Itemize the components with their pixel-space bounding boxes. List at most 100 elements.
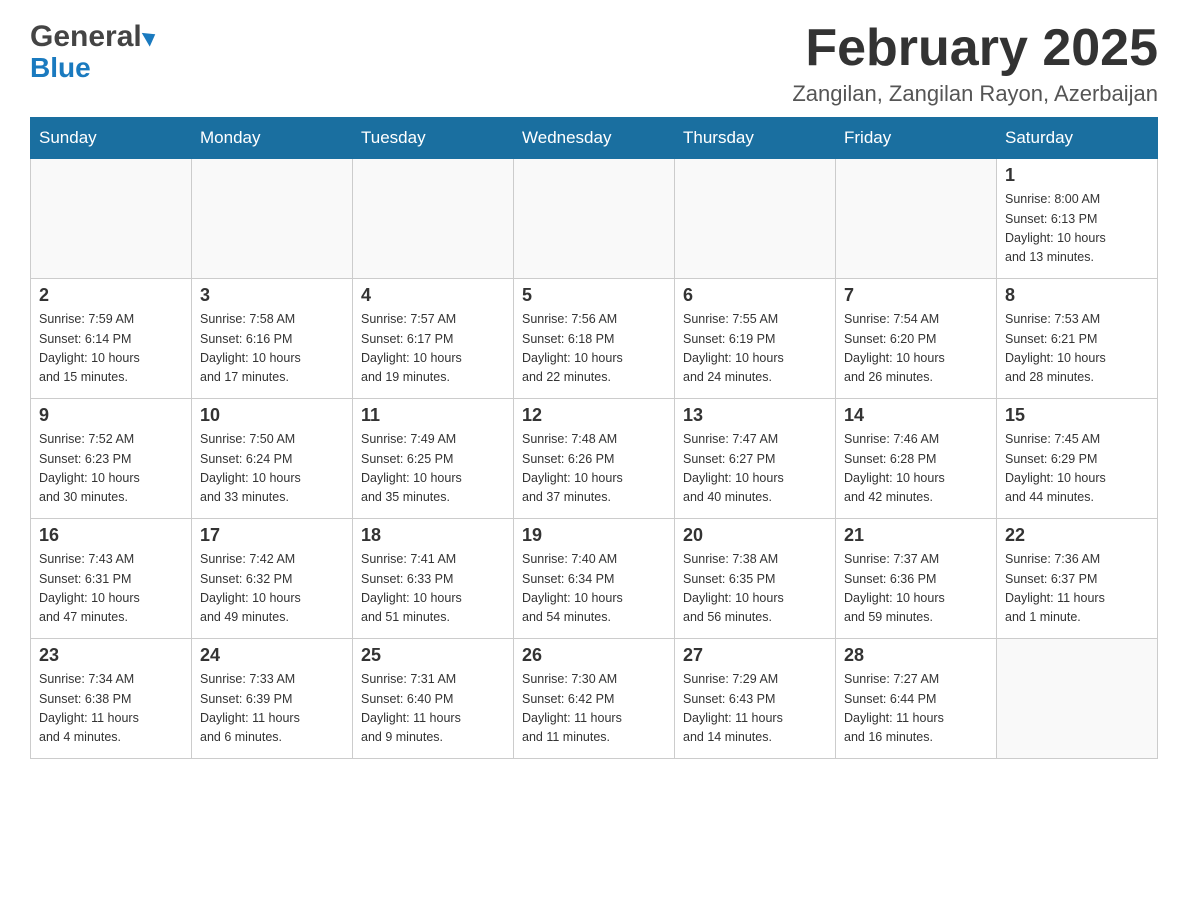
day-number: 5 (522, 285, 666, 306)
week-row-3: 9 Sunrise: 7:52 AMSunset: 6:23 PMDaylight… (31, 399, 1158, 519)
calendar-cell: 12 Sunrise: 7:48 AMSunset: 6:26 PMDayligh… (514, 399, 675, 519)
calendar-cell: 13 Sunrise: 7:47 AMSunset: 6:27 PMDayligh… (675, 399, 836, 519)
logo-arrow-icon (141, 27, 159, 46)
day-info: Sunrise: 7:36 AMSunset: 6:37 PMDaylight:… (1005, 550, 1149, 628)
calendar-cell (997, 639, 1158, 759)
calendar-cell: 25 Sunrise: 7:31 AMSunset: 6:40 PMDayligh… (353, 639, 514, 759)
weekday-header-wednesday: Wednesday (514, 118, 675, 159)
day-number: 27 (683, 645, 827, 666)
day-info: Sunrise: 7:31 AMSunset: 6:40 PMDaylight:… (361, 670, 505, 748)
day-info: Sunrise: 7:56 AMSunset: 6:18 PMDaylight:… (522, 310, 666, 388)
day-number: 19 (522, 525, 666, 546)
day-number: 16 (39, 525, 183, 546)
calendar-cell: 21 Sunrise: 7:37 AMSunset: 6:36 PMDayligh… (836, 519, 997, 639)
day-number: 4 (361, 285, 505, 306)
day-info: Sunrise: 7:59 AMSunset: 6:14 PMDaylight:… (39, 310, 183, 388)
day-number: 3 (200, 285, 344, 306)
calendar-cell: 11 Sunrise: 7:49 AMSunset: 6:25 PMDayligh… (353, 399, 514, 519)
calendar-cell: 23 Sunrise: 7:34 AMSunset: 6:38 PMDayligh… (31, 639, 192, 759)
location: Zangilan, Zangilan Rayon, Azerbaijan (792, 81, 1158, 107)
calendar-cell: 7Sunrise: 7:54 AMSunset: 6:20 PMDaylight… (836, 279, 997, 399)
page-header: General Blue February 2025 Zangilan, Zan… (30, 20, 1158, 107)
calendar-cell: 9 Sunrise: 7:52 AMSunset: 6:23 PMDaylight… (31, 399, 192, 519)
calendar-cell (836, 159, 997, 279)
weekday-header-sunday: Sunday (31, 118, 192, 159)
weekday-header-tuesday: Tuesday (353, 118, 514, 159)
logo: General Blue (30, 20, 156, 82)
calendar-cell: 10Sunrise: 7:50 AMSunset: 6:24 PMDayligh… (192, 399, 353, 519)
calendar-cell: 8 Sunrise: 7:53 AMSunset: 6:21 PMDaylight… (997, 279, 1158, 399)
day-info: Sunrise: 7:48 AMSunset: 6:26 PMDaylight:… (522, 430, 666, 508)
calendar-table: SundayMondayTuesdayWednesdayThursdayFrid… (30, 117, 1158, 759)
calendar-cell: 20 Sunrise: 7:38 AMSunset: 6:35 PMDayligh… (675, 519, 836, 639)
day-number: 7 (844, 285, 988, 306)
day-number: 15 (1005, 405, 1149, 426)
day-info: Sunrise: 7:41 AMSunset: 6:33 PMDaylight:… (361, 550, 505, 628)
day-info: Sunrise: 7:29 AMSunset: 6:43 PMDaylight:… (683, 670, 827, 748)
day-number: 14 (844, 405, 988, 426)
calendar-cell: 24Sunrise: 7:33 AMSunset: 6:39 PMDayligh… (192, 639, 353, 759)
calendar-cell (353, 159, 514, 279)
day-info: Sunrise: 7:47 AMSunset: 6:27 PMDaylight:… (683, 430, 827, 508)
calendar-cell: 22 Sunrise: 7:36 AMSunset: 6:37 PMDayligh… (997, 519, 1158, 639)
week-row-5: 23 Sunrise: 7:34 AMSunset: 6:38 PMDayligh… (31, 639, 1158, 759)
calendar-cell: 26 Sunrise: 7:30 AMSunset: 6:42 PMDayligh… (514, 639, 675, 759)
day-number: 20 (683, 525, 827, 546)
day-info: Sunrise: 7:53 AMSunset: 6:21 PMDaylight:… (1005, 310, 1149, 388)
day-number: 22 (1005, 525, 1149, 546)
calendar-cell: 4 Sunrise: 7:57 AMSunset: 6:17 PMDaylight… (353, 279, 514, 399)
day-info: Sunrise: 7:50 AMSunset: 6:24 PMDaylight:… (200, 430, 344, 508)
day-number: 12 (522, 405, 666, 426)
day-number: 28 (844, 645, 988, 666)
calendar-cell: 2 Sunrise: 7:59 AMSunset: 6:14 PMDaylight… (31, 279, 192, 399)
day-info: Sunrise: 7:58 AMSunset: 6:16 PMDaylight:… (200, 310, 344, 388)
day-number: 13 (683, 405, 827, 426)
day-info: Sunrise: 7:43 AMSunset: 6:31 PMDaylight:… (39, 550, 183, 628)
weekday-header-saturday: Saturday (997, 118, 1158, 159)
day-info: Sunrise: 7:34 AMSunset: 6:38 PMDaylight:… (39, 670, 183, 748)
day-info: Sunrise: 7:52 AMSunset: 6:23 PMDaylight:… (39, 430, 183, 508)
week-row-1: 1 Sunrise: 8:00 AMSunset: 6:13 PMDaylight… (31, 159, 1158, 279)
week-row-2: 2 Sunrise: 7:59 AMSunset: 6:14 PMDaylight… (31, 279, 1158, 399)
calendar-cell: 15Sunrise: 7:45 AMSunset: 6:29 PMDayligh… (997, 399, 1158, 519)
calendar-cell: 27 Sunrise: 7:29 AMSunset: 6:43 PMDayligh… (675, 639, 836, 759)
calendar-cell: 16 Sunrise: 7:43 AMSunset: 6:31 PMDayligh… (31, 519, 192, 639)
calendar-cell (514, 159, 675, 279)
day-number: 23 (39, 645, 183, 666)
week-row-4: 16 Sunrise: 7:43 AMSunset: 6:31 PMDayligh… (31, 519, 1158, 639)
day-number: 17 (200, 525, 344, 546)
day-number: 26 (522, 645, 666, 666)
day-number: 9 (39, 405, 183, 426)
day-info: Sunrise: 7:46 AMSunset: 6:28 PMDaylight:… (844, 430, 988, 508)
calendar-cell: 17 Sunrise: 7:42 AMSunset: 6:32 PMDayligh… (192, 519, 353, 639)
calendar-cell: 18 Sunrise: 7:41 AMSunset: 6:33 PMDayligh… (353, 519, 514, 639)
header-right: February 2025 Zangilan, Zangilan Rayon, … (792, 20, 1158, 107)
day-info: Sunrise: 8:00 AMSunset: 6:13 PMDaylight:… (1005, 190, 1149, 268)
day-info: Sunrise: 7:38 AMSunset: 6:35 PMDaylight:… (683, 550, 827, 628)
month-title: February 2025 (792, 20, 1158, 77)
day-number: 21 (844, 525, 988, 546)
day-number: 25 (361, 645, 505, 666)
day-info: Sunrise: 7:37 AMSunset: 6:36 PMDaylight:… (844, 550, 988, 628)
day-info: Sunrise: 7:30 AMSunset: 6:42 PMDaylight:… (522, 670, 666, 748)
calendar-cell (31, 159, 192, 279)
day-number: 18 (361, 525, 505, 546)
day-number: 11 (361, 405, 505, 426)
day-info: Sunrise: 7:27 AMSunset: 6:44 PMDaylight:… (844, 670, 988, 748)
day-number: 8 (1005, 285, 1149, 306)
calendar-cell: 5 Sunrise: 7:56 AMSunset: 6:18 PMDaylight… (514, 279, 675, 399)
day-number: 2 (39, 285, 183, 306)
calendar-cell (675, 159, 836, 279)
day-info: Sunrise: 7:57 AMSunset: 6:17 PMDaylight:… (361, 310, 505, 388)
logo-general-text: General (30, 20, 142, 54)
day-info: Sunrise: 7:33 AMSunset: 6:39 PMDaylight:… (200, 670, 344, 748)
calendar-cell: 6 Sunrise: 7:55 AMSunset: 6:19 PMDaylight… (675, 279, 836, 399)
day-number: 1 (1005, 165, 1149, 186)
day-number: 6 (683, 285, 827, 306)
calendar-cell: 28 Sunrise: 7:27 AMSunset: 6:44 PMDayligh… (836, 639, 997, 759)
day-info: Sunrise: 7:42 AMSunset: 6:32 PMDaylight:… (200, 550, 344, 628)
day-info: Sunrise: 7:55 AMSunset: 6:19 PMDaylight:… (683, 310, 827, 388)
day-info: Sunrise: 7:40 AMSunset: 6:34 PMDaylight:… (522, 550, 666, 628)
logo-blue-text: Blue (30, 52, 91, 83)
day-info: Sunrise: 7:49 AMSunset: 6:25 PMDaylight:… (361, 430, 505, 508)
